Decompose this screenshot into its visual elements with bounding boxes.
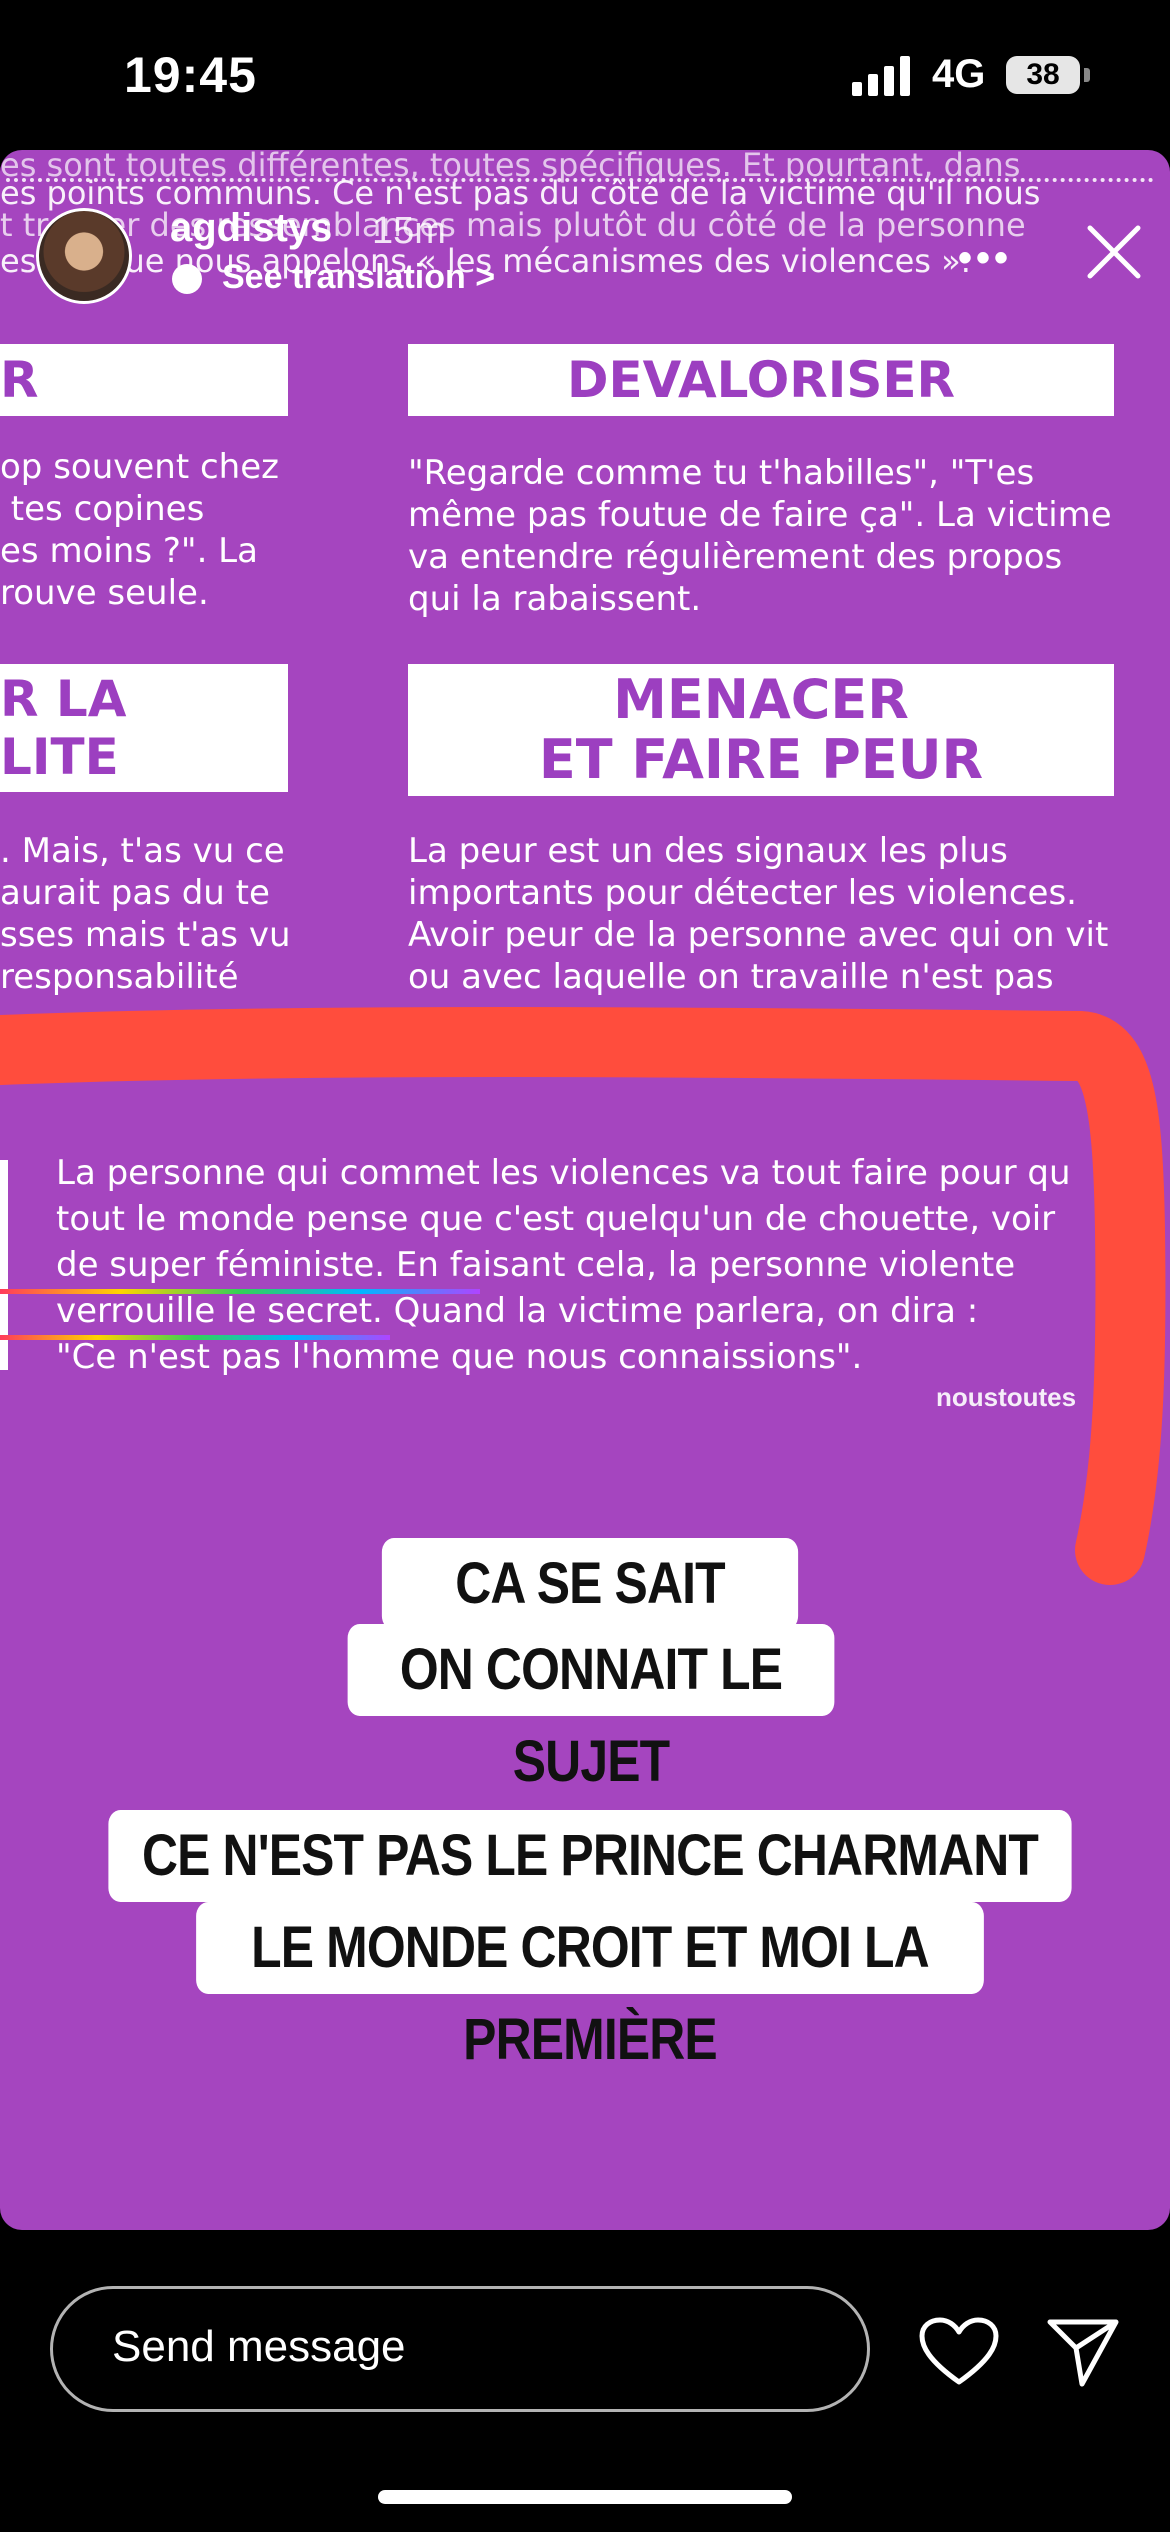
send-message-placeholder: Send message (112, 2322, 406, 2371)
translate-icon (172, 264, 202, 294)
home-indicator (378, 2490, 792, 2504)
source-watermark: noustoutes (936, 1382, 1077, 1412)
status-bar: 19:45 4G 38 (0, 0, 1170, 150)
section-text: . Mais, t'as vu ce aurait pas du te sses… (0, 831, 291, 997)
section-heading-devaloriser: DEVALORISER (408, 344, 1114, 416)
section-text-menacer: La peur est un des signaux les plus impo… (408, 831, 1109, 997)
rainbow-highlight (0, 1289, 480, 1294)
story-caption: LE MONDE CROIT ET MOI LA PREMIÈRE (196, 1902, 984, 2072)
quote-line: de super féministe. En faisant cela, la … (56, 1245, 1016, 1285)
bg-text-line: t trouver des ressemblances mais plutôt … (0, 206, 1026, 244)
section-text-devaloriser: "Regarde comme tu t'habilles", "T'es mêm… (408, 453, 1112, 619)
username[interactable]: agdistys (170, 206, 332, 251)
send-icon[interactable] (1046, 2314, 1120, 2388)
quote-line: "Ce n'est pas l'homme que nous connaissi… (56, 1337, 863, 1377)
quote-block: La personne qui commet les violences va … (56, 1150, 1166, 1380)
quote-line: verrouille le secret. Quand la victime p… (56, 1291, 979, 1331)
story-progress-bar (6, 178, 1154, 182)
post-time: 15m (372, 210, 446, 252)
more-icon[interactable]: ••• (958, 236, 1012, 281)
story-caption: ON CONNAIT LE SUJET (347, 1624, 835, 1794)
battery-icon: 38 (1006, 56, 1080, 94)
signal-icon (852, 56, 910, 96)
see-translation-link[interactable]: See translation > (222, 258, 495, 297)
section-text: op souvent chez tes copines es moins ?".… (0, 447, 279, 613)
heart-icon[interactable] (918, 2316, 1000, 2386)
story-frame[interactable]: es sont toutes différentes, toutes spéci… (0, 150, 1170, 2230)
quote-line: La personne qui commet les violences va … (56, 1153, 1071, 1193)
story-caption: CE N'EST PAS LE PRINCE CHARMANT QUE TOUT (108, 1810, 1072, 1980)
rainbow-highlight (0, 1335, 390, 1340)
avatar[interactable] (36, 208, 132, 304)
quote-line: tout le monde pense que c'est quelqu'un … (56, 1199, 1056, 1239)
story-caption: CA SE SAIT QUAND (381, 1538, 799, 1708)
clock: 19:45 (124, 47, 257, 103)
section-heading: R LA LITE (0, 664, 288, 792)
close-icon[interactable] (1082, 220, 1146, 284)
battery-tip (1084, 68, 1090, 82)
section-heading-menacer: MENACER ET FAIRE PEUR (408, 664, 1114, 796)
network-type: 4G (932, 52, 986, 96)
section-heading: R (0, 344, 288, 416)
